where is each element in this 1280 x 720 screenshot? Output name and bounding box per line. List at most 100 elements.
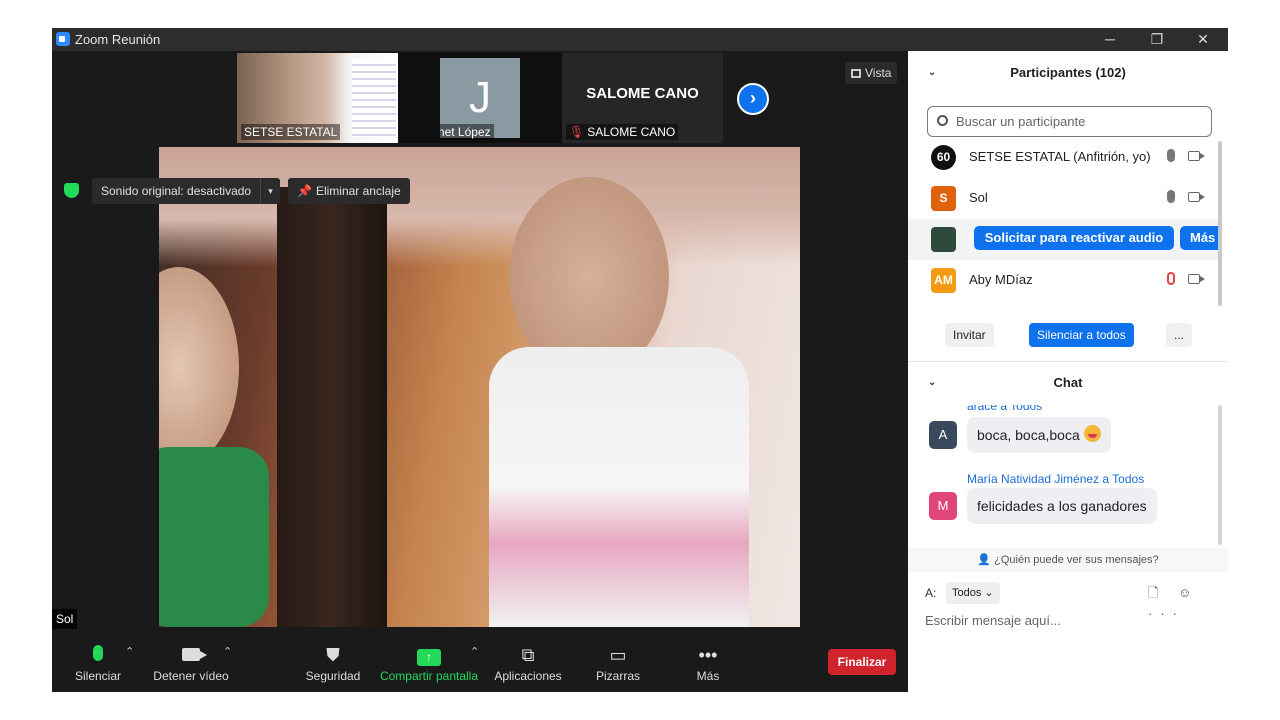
participant-strip: SETSE ESTATAL J 🎙Janet López SALOME CANO… [237, 53, 723, 143]
share-options-caret-icon[interactable]: ⌃ [470, 645, 479, 658]
minimize-button[interactable]: ─ [1087, 29, 1133, 49]
unpin-button[interactable]: 📌 Eliminar anclaje [288, 178, 410, 204]
share-screen-button[interactable]: ↑ Compartir pantalla [379, 635, 479, 692]
camera-icon [182, 648, 207, 661]
unpin-label: Eliminar anclaje [315, 184, 401, 198]
restore-button[interactable]: ❐ [1134, 29, 1180, 49]
avatar: 60 [931, 145, 956, 170]
participants-header: ⌄ Participantes (102) [908, 51, 1228, 95]
participant-row[interactable]: AM Aby MDíaz [908, 260, 1220, 301]
video-area: SETSE ESTATAL J 🎙Janet López SALOME CANO… [52, 51, 908, 692]
mute-all-button[interactable]: Silenciar a todos [1029, 323, 1134, 347]
video-green-shirt [159, 447, 269, 627]
whiteboards-button[interactable]: ▭ Pizarras [590, 635, 646, 692]
stop-video-label: Detener vídeo [153, 669, 229, 683]
video-person-left [159, 267, 239, 467]
view-button[interactable]: Vista [845, 62, 898, 84]
request-unmute-button[interactable]: Solicitar para reactivar audio [974, 226, 1174, 250]
divider [908, 361, 1228, 362]
tile-name: Janet López [440, 125, 491, 139]
tile-display-name: SALOME CANO [586, 85, 699, 102]
participant-row[interactable]: S Sol [908, 178, 1220, 219]
side-panel: ⌄ Participantes (102) Buscar un particip… [908, 51, 1228, 692]
participant-row[interactable]: 60 SETSE ESTATAL (Anfitrión, yo) [908, 141, 1220, 178]
original-sound-button[interactable]: Sonido original: desactivado ▾ [92, 178, 280, 204]
participant-search-input[interactable]: Buscar un participante [927, 106, 1212, 137]
participants-more-button[interactable]: ... [1166, 323, 1193, 347]
participant-list: 60 SETSE ESTATAL (Anfitrión, yo) S Sol S… [908, 141, 1220, 301]
camera-icon[interactable] [1188, 192, 1205, 202]
more-dots-icon: ••• [698, 645, 718, 665]
avatar [931, 227, 956, 252]
apps-label: Aplicaciones [494, 669, 562, 683]
participants-title: Participantes (102) [1010, 65, 1126, 80]
video-tile-salome[interactable]: SALOME CANO 🎙 SALOME CANO [562, 53, 723, 143]
next-page-arrow-icon[interactable]: › [737, 83, 769, 115]
tile-name-wrap: 🎙 SALOME CANO [566, 124, 679, 140]
message-text: boca, boca,boca [977, 427, 1080, 443]
grid-icon [851, 69, 861, 78]
participant-scrollbar[interactable] [1218, 141, 1222, 306]
audio-options-caret-icon[interactable]: ⌃ [125, 645, 134, 658]
participant-name: Aby MDíaz [969, 272, 1033, 287]
who-can-see-link[interactable]: 👤 ¿Quién puede ver sus mensajes? [908, 548, 1228, 572]
share-screen-icon: ↑ [417, 649, 441, 666]
stop-video-button[interactable]: Detener vídeo [150, 635, 232, 692]
video-background [159, 147, 800, 267]
zoom-window: Zoom Reunión ─ ❐ ✕ SETSE ESTATAL J 🎙Jane… [52, 28, 1228, 692]
video-options-caret-icon[interactable]: ⌃ [223, 645, 232, 658]
more-button[interactable]: ••• Más [682, 635, 734, 692]
video-door [277, 187, 387, 627]
title-bar: Zoom Reunión ─ ❐ ✕ [52, 28, 1228, 51]
recipient-value: Todos [952, 587, 982, 599]
whiteboards-label: Pizarras [595, 669, 640, 683]
camera-icon[interactable] [1188, 274, 1205, 284]
chevron-down-icon: ⌄ [984, 587, 994, 599]
collapse-chevron-icon[interactable]: ⌄ [928, 51, 936, 95]
main-video [159, 147, 800, 627]
zoom-app-icon [56, 32, 70, 46]
apps-button[interactable]: ⧉ Aplicaciones [492, 635, 564, 692]
tile-name: SALOME CANO [587, 125, 676, 139]
chat-messages: arace a Todos A boca, boca,boca María Na… [908, 405, 1220, 545]
avatar: AM [931, 268, 956, 293]
avatar: A [929, 421, 957, 449]
dropdown-caret-icon[interactable]: ▾ [260, 178, 280, 204]
microphone-icon[interactable] [1167, 149, 1175, 162]
view-label: Vista [865, 66, 892, 80]
pin-icon: 📌 [297, 184, 312, 198]
participant-more-button[interactable]: Más [1180, 226, 1220, 250]
tile-name: SETSE ESTATAL [241, 124, 341, 140]
security-button[interactable]: ⛊ Seguridad [302, 635, 364, 692]
tile-name-wrap: 🎙Janet López [440, 124, 494, 140]
shield-icon: ⛊ [326, 645, 340, 665]
whiteboard-icon: ▭ [609, 645, 627, 665]
close-button[interactable]: ✕ [1180, 29, 1226, 49]
chat-header: ⌄ Chat [908, 369, 1228, 397]
person-lock-icon: 👤 [977, 554, 995, 566]
chat-message-input[interactable]: Escribir mensaje aquí... [925, 613, 1061, 628]
camera-icon[interactable] [1188, 151, 1205, 161]
avatar: S [931, 186, 956, 211]
chat-scrollbar[interactable] [1218, 405, 1222, 545]
security-label: Seguridad [305, 669, 361, 683]
who-can-see-label: ¿Quién puede ver sus mensajes? [994, 554, 1159, 566]
message-sender: arace a Todos [967, 405, 1043, 413]
mute-button[interactable]: Silenciar [68, 635, 128, 692]
apps-icon: ⧉ [521, 645, 535, 665]
recipient-dropdown[interactable]: Todos ⌄ [946, 582, 1000, 604]
muted-microphone-icon[interactable] [1167, 272, 1175, 285]
chat-tools-icon[interactable]: 🗋 ☺ ··· [1148, 584, 1228, 621]
invite-button[interactable]: Invitar [945, 323, 994, 347]
search-placeholder: Buscar un participante [956, 114, 1086, 129]
to-label: A: [925, 586, 937, 600]
video-tile-setse[interactable]: SETSE ESTATAL [237, 53, 398, 143]
meeting-toolbar: Silenciar ⌃ Detener vídeo ⌃ ⛊ Seguridad … [52, 635, 908, 692]
participant-row[interactable]: Solicitar para reactivar audio Más [908, 219, 1220, 260]
message-sender: María Natividad Jiménez a Todos [967, 472, 1145, 486]
video-tile-janet[interactable]: J 🎙Janet López [440, 53, 520, 143]
end-meeting-button[interactable]: Finalizar [828, 649, 896, 675]
collapse-chevron-icon[interactable]: ⌄ [928, 369, 936, 397]
microphone-icon[interactable] [1167, 190, 1175, 203]
message-bubble: boca, boca,boca [967, 417, 1111, 453]
